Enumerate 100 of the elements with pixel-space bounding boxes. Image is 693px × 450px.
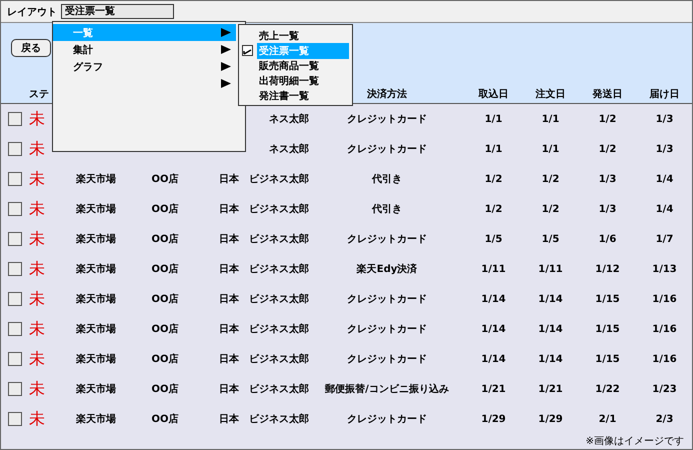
table-cell: 1/23 [652,384,677,394]
table-cell: 1/29 [481,414,506,424]
table-cell: ビジネス太郎 [249,262,309,276]
table-cell-text: クレジットカード [347,353,427,366]
table-cell: 1/15 [595,324,620,334]
table-cell: 1/15 [595,354,620,364]
table-cell: 1/13 [652,264,677,274]
table-cell-text: 日本 [219,412,239,426]
table-cell: ビジネス太郎 [249,382,309,396]
status-text: 未 [29,378,45,400]
table-cell-text: 日本 [219,262,239,276]
checkbox[interactable] [8,112,22,126]
checkbox[interactable] [8,382,22,396]
table-cell-text: 代引き [372,172,402,186]
checkbox[interactable] [8,232,22,246]
table-cell: 楽天市場 [76,382,116,396]
checkbox[interactable] [8,292,22,306]
table-cell: 1/15 [595,294,620,304]
table-cell: 1/4 [656,204,674,214]
table-cell: 1/2 [484,174,502,184]
table-cell: 1/2 [598,114,616,124]
table-cell: 1/2 [542,174,560,184]
layout-field[interactable]: 受注票一覧 [61,4,174,19]
checkbox[interactable] [8,142,22,156]
table-cell: 楽天市場 [76,232,116,246]
table-cell: 1/21 [481,384,506,394]
column-header: ステ [29,88,50,101]
table-cell-text: 日本 [219,322,239,336]
table-cell: 1/14 [538,294,563,304]
table-cell: ビジネス太郎 [249,352,309,366]
table-cell: 1/12 [595,264,620,274]
table-cell-text: 日本 [219,292,239,306]
checkbox[interactable] [8,262,22,276]
table-cell-text: 日本 [219,382,239,396]
table-cell: 1/1 [542,144,560,154]
table-cell-text: 代引き [372,202,402,216]
status-text: 未 [29,138,45,160]
submenu-item[interactable]: 出荷明細一覧 [257,72,349,88]
table-cell-text: 日本 [219,232,239,246]
checkbox[interactable] [8,202,22,216]
table-cell: 1/14 [481,324,506,334]
column-header: 発送日 [592,88,622,101]
status-text: 未 [29,168,45,190]
footnote: ※画像はイメージです [586,435,684,448]
table-cell: 1/14 [538,354,563,364]
table-cell: 楽天市場 [76,292,116,306]
table-cell: 1/29 [538,414,563,424]
checkbox[interactable] [8,352,22,366]
table-cell: ビジネス太郎 [249,202,309,216]
column-header: 届け日 [650,88,680,101]
table-cell: 1/11 [481,264,506,274]
table-cell: OO店 [151,232,178,246]
table-cell: 1/14 [481,354,506,364]
back-button[interactable]: 戻る [11,39,51,57]
table-cell-text: 郵便振替/コンビニ振り込み [325,382,449,396]
status-text: 未 [29,198,45,220]
table-cell: 1/16 [652,324,677,334]
table-cell: 2/1 [598,414,616,424]
table-cell: 1/22 [595,384,620,394]
check-icon [242,45,253,56]
table-cell-text: 日本 [219,172,239,186]
table-cell: 1/2 [598,144,616,154]
table-cell-text: クレジットカード [347,323,427,336]
checkbox[interactable] [8,412,22,426]
table-cell-text: クレジットカード [347,413,427,426]
status-text: 未 [29,108,45,130]
checkbox[interactable] [8,322,22,336]
table-cell: 1/1 [484,114,502,124]
table-cell: ネス太郎 [269,142,309,156]
submenu-item[interactable]: 発注書一覧 [257,88,349,104]
table-cell-text: クレジットカード [347,233,427,246]
table-cell: 1/4 [656,174,674,184]
menu-item[interactable]: 集計 [53,41,236,58]
table-cell: ビジネス太郎 [249,412,309,426]
table-cell: OO店 [151,262,178,276]
submenu-item[interactable]: 販売商品一覧 [257,58,349,74]
table-cell: OO店 [151,172,178,186]
status-text: 未 [29,258,45,280]
status-text: 未 [29,408,45,430]
checkbox[interactable] [8,172,22,186]
table-cell: ネス太郎 [269,112,309,126]
table-cell: 1/11 [538,264,563,274]
menu-item[interactable]: グラフ [53,58,236,75]
table-cell: 1/2 [484,204,502,214]
table-cell: 1/3 [598,174,616,184]
table-cell-text: 日本 [219,352,239,366]
table-cell: 1/5 [484,234,502,244]
table-cell-text: クレジットカード [347,113,427,126]
status-text: 未 [29,288,45,310]
layout-label: レイアウト [7,6,57,18]
table-cell: OO店 [151,382,178,396]
submenu-item[interactable]: 売上一覧 [257,28,349,44]
table-cell: 楽天Edy決済 [356,262,418,276]
table-cell: OO店 [151,292,178,306]
table-cell: ビジネス太郎 [249,322,309,336]
table-cell: OO店 [151,352,178,366]
column-header: 注文日 [536,87,566,101]
table-cell: 2/3 [656,414,674,424]
table-cell-text: クレジットカード [347,143,427,156]
table-cell: 1/3 [656,144,674,154]
